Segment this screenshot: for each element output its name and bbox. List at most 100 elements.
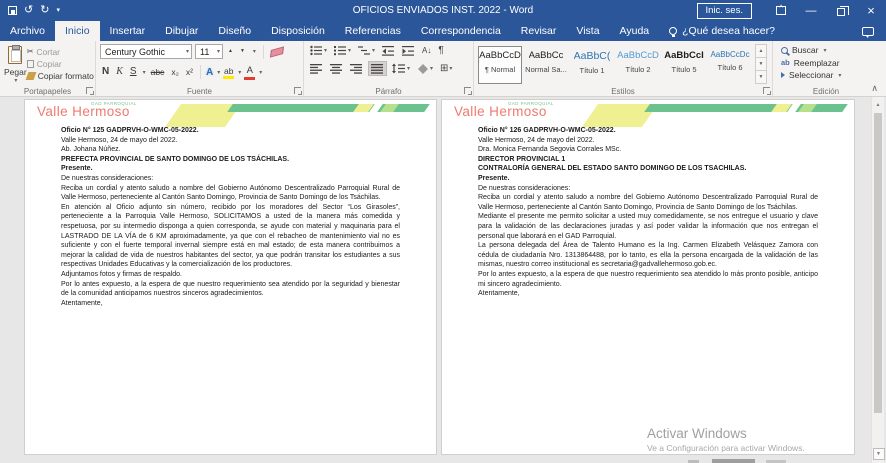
document-area[interactable]: GAD PARROQUIAL Valle Hermoso Oficio N° 1…: [0, 97, 886, 463]
scroll-up-icon[interactable]: ▲: [873, 99, 883, 111]
style-normal[interactable]: AaBbCcD¶ Normal: [478, 46, 522, 84]
justify-button[interactable]: [368, 61, 387, 76]
letter-body[interactable]: Oficio N° 126 GADPRVH-O-WMC-05-2022. Val…: [442, 126, 854, 299]
find-button[interactable]: Buscar▾: [781, 45, 875, 55]
highlight-button[interactable]: ab: [223, 66, 234, 80]
tab-diseno[interactable]: Diseño: [208, 21, 261, 41]
tab-correspondencia[interactable]: Correspondencia: [411, 21, 511, 41]
tab-inicio[interactable]: Inicio: [55, 21, 100, 41]
font-dialog-launcher-icon[interactable]: [294, 87, 301, 94]
decrease-indent-button[interactable]: [380, 44, 397, 57]
style-titulo-2[interactable]: AaBbCcDTítulo 2: [616, 46, 660, 84]
align-left-button[interactable]: [308, 62, 325, 75]
styles-dialog-launcher-icon[interactable]: [763, 87, 770, 94]
salutation: De nuestras consideraciones:: [61, 174, 400, 184]
group-label-estilos: Estilos: [474, 87, 772, 96]
style-titulo-6[interactable]: AaBbCcDcTítulo 6: [708, 46, 752, 84]
tab-revisar[interactable]: Revisar: [511, 21, 567, 41]
increase-indent-button[interactable]: [400, 44, 417, 57]
text-effects-button[interactable]: A: [206, 67, 213, 78]
paste-dropdown-icon[interactable]: ▾: [14, 77, 17, 84]
oficio-number: Oficio N° 125 GADPRVH-O-WMC-05-2022.: [61, 126, 400, 136]
clipboard-dialog-launcher-icon[interactable]: [86, 87, 93, 94]
recipient-institution: CONTRALORÍA GENERAL DEL ESTADO SANTO DOM…: [478, 164, 818, 174]
numbering-button[interactable]: ▾: [332, 44, 353, 57]
scissors-icon: ✂: [27, 48, 34, 56]
italic-button[interactable]: K: [114, 66, 125, 78]
multilevel-list-button[interactable]: ▾: [356, 44, 377, 57]
underline-dropdown-icon[interactable]: ▾: [143, 69, 146, 76]
scroll-down-icon[interactable]: ▼: [873, 448, 885, 460]
closing: Atentamente,: [478, 289, 818, 299]
collapse-ribbon-icon[interactable]: ∧: [871, 83, 878, 94]
bullets-button[interactable]: ▾: [308, 44, 329, 57]
qat-customize-icon[interactable]: ▾: [56, 7, 60, 14]
paragraph: En atención al Oficio adjunto sin número…: [61, 203, 400, 270]
text-effects-dropdown-icon[interactable]: ▾: [217, 69, 220, 76]
page-1[interactable]: GAD PARROQUIAL Valle Hermoso Oficio N° 1…: [24, 99, 437, 455]
select-button[interactable]: Seleccionar▾: [781, 70, 875, 80]
feedback-icon[interactable]: [862, 27, 874, 36]
sign-in-button[interactable]: Inic. ses.: [697, 3, 753, 19]
change-case-button[interactable]: ▾: [250, 48, 258, 56]
ribbon-display-options-button[interactable]: [766, 0, 796, 21]
format-painter-icon: [25, 72, 36, 80]
bold-button[interactable]: N: [100, 66, 111, 78]
tell-me-box[interactable]: ¿Qué desea hacer?: [659, 21, 785, 41]
grow-font-button[interactable]: ▲: [226, 48, 235, 55]
line-spacing-button[interactable]: ▾: [390, 62, 412, 75]
font-color-dropdown-icon[interactable]: ▾: [259, 69, 262, 76]
styles-scroll-up-icon[interactable]: ▲: [756, 45, 766, 58]
group-portapapeles: Pegar ▾ ✂Cortar Copiar Copiar formato Po…: [0, 41, 96, 96]
font-name-combobox[interactable]: Century Gothic▾: [100, 44, 192, 59]
shrink-font-button[interactable]: ▼: [238, 48, 247, 55]
tab-referencias[interactable]: Referencias: [335, 21, 411, 41]
restore-button[interactable]: [826, 0, 856, 21]
group-label-parrafo: Párrafo: [304, 87, 473, 96]
superscript-button[interactable]: x²: [184, 67, 195, 78]
letter-body[interactable]: Oficio N° 125 GADPRVH-O-WMC-05-2022. Val…: [25, 126, 436, 308]
replace-button[interactable]: abReemplazar: [781, 58, 875, 68]
restore-icon: [837, 8, 845, 16]
scrollbar-thumb[interactable]: [874, 113, 882, 413]
shading-button[interactable]: ▾: [415, 62, 435, 75]
tab-archivo[interactable]: Archivo: [0, 21, 55, 41]
tab-vista[interactable]: Vista: [566, 21, 609, 41]
style-titulo-5[interactable]: AaBbCcITítulo 5: [662, 46, 706, 84]
page-2[interactable]: GAD PARROQUIAL Valle Hermoso Oficio N° 1…: [441, 99, 855, 455]
style-normal-sa[interactable]: AaBbCcNormal Sa...: [524, 46, 568, 84]
align-right-button[interactable]: [348, 62, 365, 75]
subscript-button[interactable]: x₂: [169, 67, 181, 78]
style-titulo-1[interactable]: AaBbC(Título 1: [570, 46, 614, 84]
styles-scroll-down-icon[interactable]: ▼: [756, 58, 766, 71]
borders-button[interactable]: ⊞▾: [438, 63, 454, 75]
redo-icon[interactable]: ↻: [40, 5, 49, 16]
styles-more-icon[interactable]: ▼: [756, 71, 766, 83]
tab-ayuda[interactable]: Ayuda: [610, 21, 660, 41]
strikethrough-button[interactable]: abc: [149, 67, 167, 78]
align-center-button[interactable]: [328, 62, 345, 75]
vertical-scrollbar[interactable]: ▲ ▼: [871, 97, 884, 463]
underline-button[interactable]: S: [128, 66, 139, 78]
paste-button[interactable]: Pegar ▾: [4, 44, 27, 84]
paragraph-dialog-launcher-icon[interactable]: [464, 87, 471, 94]
closing: Atentamente,: [61, 299, 400, 309]
font-size-combobox[interactable]: 11▾: [195, 44, 223, 59]
group-parrafo: ▾ ▾ ▾ A↓ ¶ ▾ ▾ ⊞▾ Párrafo: [304, 41, 474, 96]
copy-button[interactable]: Copiar: [27, 59, 94, 69]
format-painter-button[interactable]: Copiar formato: [27, 71, 94, 81]
ribbon-tab-bar: Archivo Inicio Insertar Dibujar Diseño D…: [0, 21, 886, 41]
cut-button[interactable]: ✂Cortar: [27, 47, 94, 57]
minimize-button[interactable]: —: [796, 0, 826, 21]
tab-disposicion[interactable]: Disposición: [261, 21, 335, 41]
clear-formatting-icon[interactable]: [270, 46, 284, 57]
font-color-button[interactable]: A: [244, 65, 255, 80]
undo-icon[interactable]: ↺: [24, 5, 33, 16]
show-hide-pilcrow-button[interactable]: ¶: [436, 45, 445, 57]
close-button[interactable]: ×: [856, 0, 886, 21]
highlight-dropdown-icon[interactable]: ▾: [238, 69, 241, 76]
tab-insertar[interactable]: Insertar: [100, 21, 156, 41]
sort-button[interactable]: A↓: [420, 46, 433, 56]
save-icon[interactable]: [8, 6, 17, 15]
tab-dibujar[interactable]: Dibujar: [155, 21, 208, 41]
